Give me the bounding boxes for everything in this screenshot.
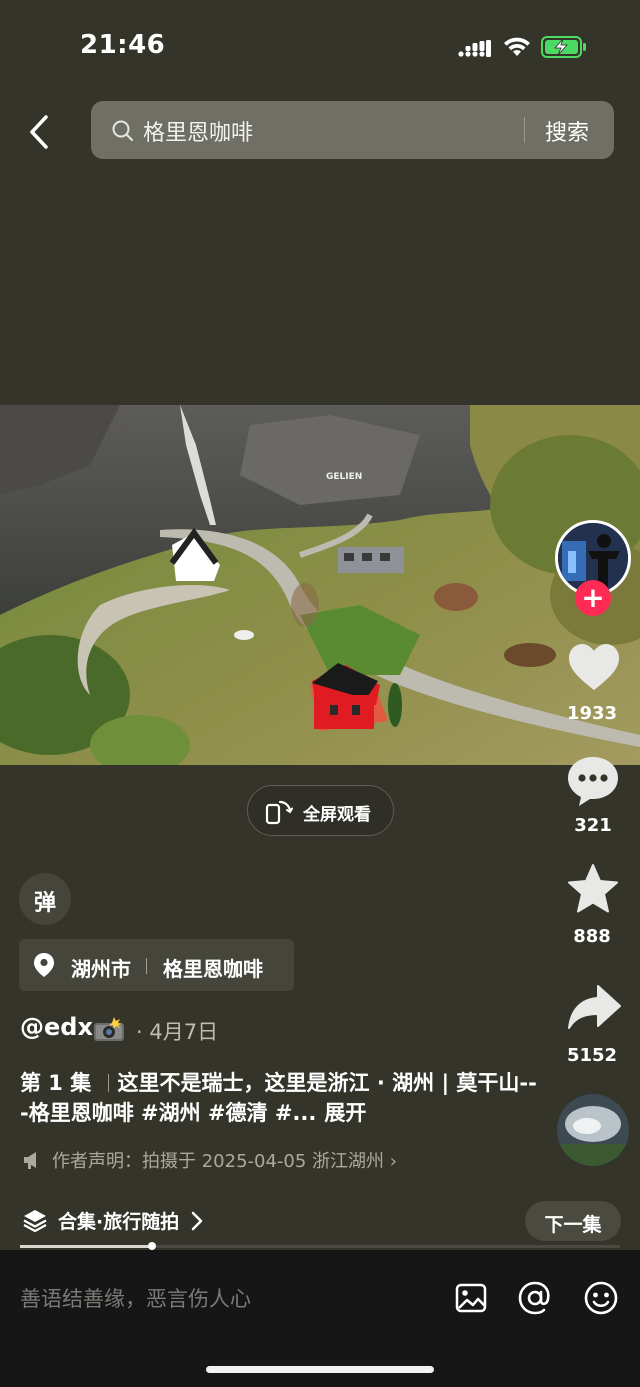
episode-divider xyxy=(107,1074,109,1092)
video-player[interactable]: GELIEN xyxy=(0,405,640,765)
collection-label: 合集·旅行随拍 xyxy=(58,1211,180,1233)
danmu-toggle-button[interactable]: 弹 xyxy=(19,873,71,925)
episode-label: 第 1 集 xyxy=(20,1071,92,1095)
wifi-icon xyxy=(504,37,530,56)
search-divider xyxy=(524,117,525,143)
music-disc-image xyxy=(557,1094,629,1166)
like-count: 1933 xyxy=(566,703,618,724)
comment-bubble-icon[interactable] xyxy=(565,753,621,809)
follow-button[interactable]: + xyxy=(575,580,611,616)
megaphone-icon xyxy=(24,1152,36,1169)
share-arrow-icon[interactable] xyxy=(566,980,622,1036)
next-episode-label: 下一集 xyxy=(544,1214,602,1236)
image-picker-icon[interactable] xyxy=(453,1280,489,1316)
music-disc-avatar[interactable] xyxy=(557,1094,629,1166)
location-place: 格里恩咖啡 xyxy=(163,957,263,981)
expand-button[interactable]: 展开 xyxy=(324,1101,366,1125)
collection-link[interactable]: 合集·旅行随拍 xyxy=(58,1207,204,1234)
post-text: 这里不是瑞士，这里是浙江 · 湖州 | 莫干山---格里恩咖啡 #湖州 #德清 … xyxy=(20,1071,537,1125)
location-divider xyxy=(146,958,147,974)
share-count: 5152 xyxy=(566,1045,618,1066)
like-heart-icon[interactable] xyxy=(566,640,622,696)
video-progress-indicator xyxy=(0,761,640,765)
favorite-count: 888 xyxy=(573,926,611,947)
comment-count: 321 xyxy=(574,815,612,836)
follow-plus-icon: + xyxy=(581,581,605,614)
gelien-sign: GELIEN xyxy=(326,472,362,482)
back-arrow-icon[interactable] xyxy=(24,114,54,150)
post-date: · 4月7日 xyxy=(136,1020,219,1044)
comment-input[interactable]: 善语结善缘，恶言伤人心 xyxy=(20,1283,251,1313)
video-frame-image: GELIEN xyxy=(0,405,640,765)
author-name[interactable]: @edx xyxy=(20,1013,93,1041)
post-description: 第 1 集 这里不是瑞士，这里是浙江 · 湖州 | 莫干山---格里恩咖啡 #湖… xyxy=(20,1068,540,1128)
layers-icon xyxy=(23,1210,47,1233)
cellular-signal-icon xyxy=(458,40,491,57)
fullscreen-label: 全屏观看 xyxy=(303,805,371,825)
chevron-right-icon xyxy=(191,1211,203,1231)
playback-progress-fill xyxy=(20,1245,152,1248)
search-button[interactable]: 搜索 xyxy=(545,115,589,147)
location-tag[interactable]: 湖州市 格里恩咖啡 xyxy=(19,939,294,991)
search-icon xyxy=(112,120,134,142)
location-pin-icon xyxy=(34,953,54,977)
search-bar[interactable]: 格里恩咖啡 搜索 xyxy=(91,101,614,159)
home-indicator[interactable] xyxy=(206,1366,434,1373)
danmu-label: 弹 xyxy=(33,891,56,916)
search-input[interactable]: 格里恩咖啡 xyxy=(143,115,253,147)
battery-charging-icon xyxy=(541,36,586,58)
author-statement[interactable]: 作者声明：拍摄于 2025-04-05 浙江湖州 › xyxy=(52,1147,397,1173)
location-city: 湖州市 xyxy=(71,957,131,981)
playback-progress-handle[interactable] xyxy=(148,1242,156,1250)
camera-flash-emoji-icon xyxy=(94,1017,124,1041)
mention-at-icon[interactable] xyxy=(517,1280,553,1316)
favorite-star-icon[interactable] xyxy=(565,862,621,918)
emoji-smiley-icon[interactable] xyxy=(583,1280,619,1316)
status-time: 21:46 xyxy=(80,30,166,60)
next-episode-button[interactable]: 下一集 xyxy=(525,1201,621,1241)
fullscreen-button[interactable]: 全屏观看 xyxy=(247,785,394,836)
rotate-phone-icon xyxy=(265,800,293,825)
